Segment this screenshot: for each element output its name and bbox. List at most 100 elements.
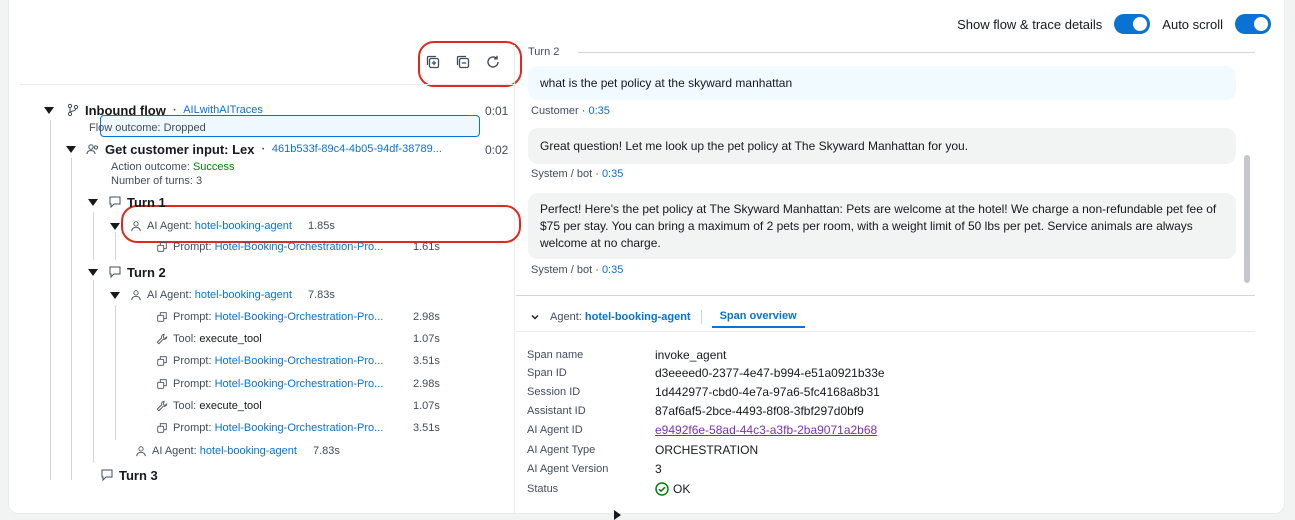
prompt-prefix: Prompt: bbox=[173, 311, 212, 323]
agent-prefix: AI Agent: bbox=[147, 220, 192, 232]
message-meta: System / bot · 0:35 bbox=[531, 264, 623, 276]
detail-row: AI Agent ID e9492f6e-58ad-44c3-a3fb-2ba90… bbox=[527, 421, 877, 439]
auto-scroll-toggle[interactable] bbox=[1235, 14, 1271, 34]
detail-row: AI Agent Version 3 bbox=[527, 460, 662, 478]
tree-guide-line bbox=[50, 120, 51, 480]
tree-guide-line bbox=[93, 280, 94, 463]
prompt-name-link[interactable]: Hotel-Booking-Orchestration-Pro... bbox=[215, 241, 384, 253]
tree-node-inbound-flow[interactable]: Inbound flow · AILwithAITraces bbox=[44, 100, 263, 120]
ai-agent-id-link[interactable]: e9492f6e-58ad-44c3-a3fb-2ba9071a2b68 bbox=[655, 423, 877, 437]
tree-node-turn1-agent[interactable]: AI Agent: hotel-booking-agent 1.85s bbox=[110, 216, 335, 236]
prompt-duration: 2.98s bbox=[413, 378, 440, 390]
turn-3-label: Turn 3 bbox=[119, 467, 158, 483]
tree-guide-line bbox=[93, 212, 94, 260]
tree-node-turn2-agent-2[interactable]: AI Agent: hotel-booking-agent 7.83s bbox=[135, 441, 340, 461]
tree-node-tool[interactable]: Tool: execute_tool bbox=[156, 396, 262, 416]
flow-name-link[interactable]: AILwithAITraces bbox=[183, 104, 263, 116]
caret-down-icon[interactable] bbox=[110, 291, 120, 299]
prompt-name[interactable]: Hotel-Booking-Orchestration-Pro... bbox=[215, 311, 384, 323]
caret-down-icon[interactable] bbox=[110, 222, 120, 230]
prompt-name[interactable]: Hotel-Booking-Orchestration-Pro... bbox=[215, 355, 384, 367]
tree-node-turn1-prompt[interactable]: Prompt: Hotel-Booking-Orchestration-Pro.… bbox=[156, 237, 383, 257]
prompt-duration: 2.98s bbox=[413, 311, 440, 323]
detail-value: 3 bbox=[655, 462, 662, 476]
detail-key: Span name bbox=[527, 349, 584, 361]
chat-bubble-icon bbox=[109, 266, 121, 279]
tree-node-tool[interactable]: Tool: execute_tool bbox=[156, 329, 262, 349]
flow-branch-icon bbox=[67, 103, 79, 117]
top-controls: Show flow & trace details Auto scroll bbox=[957, 12, 1271, 36]
tree-node-turn-2[interactable]: Turn 2 bbox=[88, 262, 166, 282]
panel-agent-prefix: Agent: bbox=[550, 311, 582, 323]
detail-row: Status OK bbox=[527, 480, 690, 498]
prompt-prefix: Prompt: bbox=[173, 241, 212, 253]
left-divider bbox=[20, 84, 515, 85]
message-author: System / bot bbox=[531, 168, 593, 180]
tool-prefix: Tool: bbox=[173, 400, 197, 412]
person-icon bbox=[136, 446, 146, 457]
message-text: Perfect! Here's the pet policy at The Sk… bbox=[540, 201, 1217, 250]
detail-key: AI Agent Type bbox=[527, 444, 596, 456]
panel-agent-name[interactable]: hotel-booking-agent bbox=[585, 311, 691, 323]
tree-node-turn-3[interactable]: Turn 3 bbox=[88, 465, 621, 520]
message-time[interactable]: 0:35 bbox=[588, 105, 609, 117]
tree-node-turn2-agent[interactable]: AI Agent: hotel-booking-agent 7.83s bbox=[110, 285, 335, 305]
caret-down-icon[interactable] bbox=[88, 268, 98, 276]
tree-node-turn-1[interactable]: Turn 1 bbox=[88, 192, 166, 212]
detail-key: Status bbox=[527, 483, 559, 495]
caret-down-icon[interactable] bbox=[88, 198, 98, 206]
turn-2-label: Turn 2 bbox=[127, 264, 166, 280]
agent-duration: 1.85s bbox=[307, 220, 335, 232]
agent-prefix: AI Agent: bbox=[147, 289, 192, 301]
detail-key: AI Agent Version bbox=[527, 463, 609, 475]
transcript-scrollbar[interactable] bbox=[1244, 155, 1250, 283]
detail-value: ORCHESTRATION bbox=[655, 443, 759, 457]
tree-node-prompt[interactable]: Prompt: Hotel-Booking-Orchestration-Pro.… bbox=[156, 374, 383, 394]
show-details-toggle[interactable] bbox=[1114, 14, 1151, 34]
status-value: OK bbox=[655, 482, 690, 496]
prompt-duration: 3.51s bbox=[413, 422, 440, 434]
message-time[interactable]: 0:35 bbox=[602, 168, 623, 180]
message-meta: System / bot · 0:35 bbox=[531, 168, 623, 180]
toolbar-highlight-ring bbox=[418, 41, 522, 87]
person-icon bbox=[131, 290, 141, 301]
agent-duration: 7.83s bbox=[307, 289, 335, 301]
message-meta: Customer · 0:35 bbox=[531, 105, 610, 117]
tree-node-prompt[interactable]: Prompt: Hotel-Booking-Orchestration-Pro.… bbox=[156, 307, 383, 327]
turns-count: Number of turns: 3 bbox=[111, 171, 202, 191]
prompt-duration: 1.61s bbox=[413, 241, 440, 253]
customer-message: what is the pet policy at the skyward ma… bbox=[528, 66, 1236, 100]
status-text: OK bbox=[673, 482, 691, 496]
caret-down-icon[interactable] bbox=[66, 145, 76, 153]
lex-bot-id-link[interactable]: 461b533f-89c4-4b05-94df-38789... bbox=[272, 143, 442, 155]
chat-bubble-icon bbox=[109, 196, 121, 209]
caret-down-icon[interactable] bbox=[44, 106, 54, 114]
prompt-icon bbox=[157, 379, 167, 389]
agent-name-link[interactable]: hotel-booking-agent bbox=[200, 445, 297, 457]
tree-node-prompt[interactable]: Prompt: Hotel-Booking-Orchestration-Pro.… bbox=[156, 351, 383, 371]
prompt-icon bbox=[157, 356, 167, 366]
details-divider bbox=[516, 295, 1255, 296]
agent-name-link[interactable]: hotel-booking-agent bbox=[195, 220, 292, 232]
flow-outcome-text: Flow outcome: Dropped bbox=[89, 122, 206, 134]
tab-span-overview[interactable]: Span overview bbox=[711, 306, 805, 328]
get-input-time: 0:02 bbox=[485, 143, 509, 157]
prompt-name[interactable]: Hotel-Booking-Orchestration-Pro... bbox=[215, 378, 384, 390]
detail-value: d3eeeed0-2377-4e47-b994-e51a0921b33e bbox=[655, 366, 885, 380]
bot-message: Perfect! Here's the pet policy at The Sk… bbox=[528, 193, 1236, 259]
prompt-icon bbox=[157, 423, 167, 433]
detail-key: Session ID bbox=[527, 386, 581, 398]
agent-name-link[interactable]: hotel-booking-agent bbox=[195, 289, 292, 301]
panel-divider bbox=[514, 45, 515, 514]
detail-row: Assistant ID 87af6af5-2bce-4493-8f08-3fbf… bbox=[527, 402, 864, 420]
prompt-icon bbox=[157, 312, 167, 322]
prompt-name[interactable]: Hotel-Booking-Orchestration-Pro... bbox=[215, 422, 384, 434]
prompt-icon bbox=[157, 242, 167, 252]
caret-right-icon[interactable] bbox=[614, 510, 621, 520]
chevron-down-icon[interactable] bbox=[530, 312, 540, 322]
tool-name: execute_tool bbox=[199, 400, 262, 412]
message-time[interactable]: 0:35 bbox=[602, 264, 623, 276]
tree-node-prompt[interactable]: Prompt: Hotel-Booking-Orchestration-Pro.… bbox=[156, 418, 383, 438]
tree-node-get-input[interactable]: Get customer input: Lex · 461b533f-89c4-… bbox=[66, 139, 442, 159]
tool-duration: 1.07s bbox=[413, 400, 440, 412]
